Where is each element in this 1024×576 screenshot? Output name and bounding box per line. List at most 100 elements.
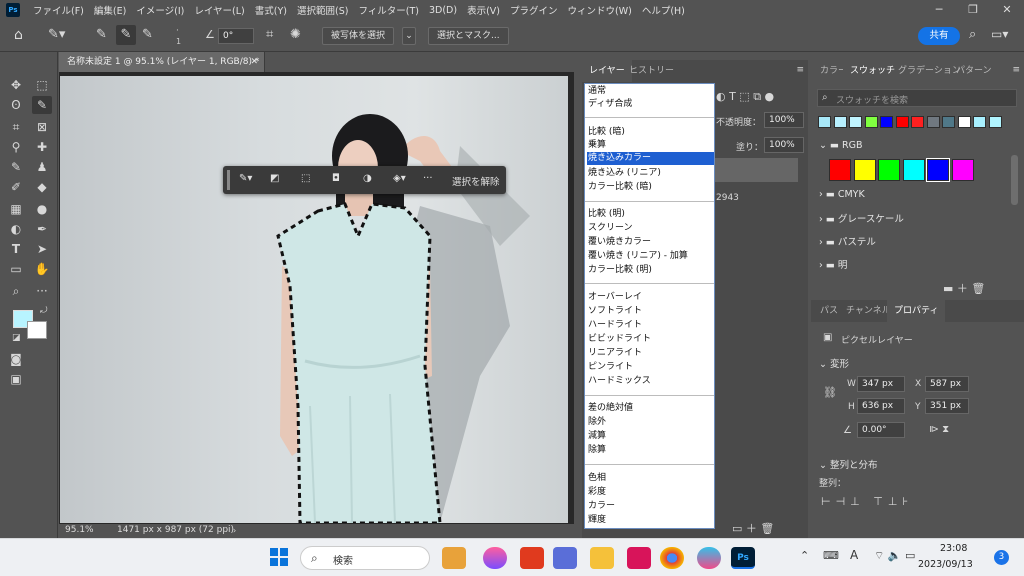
frame-tool-icon[interactable]: ⊠ (32, 118, 52, 136)
blend-color[interactable]: カラー (587, 500, 714, 513)
restore-icon[interactable]: ❐ (956, 0, 990, 20)
close-icon[interactable]: ✕ (990, 0, 1024, 20)
transform-selection-icon[interactable]: ⬚ (301, 173, 310, 184)
y-field[interactable]: 351 px (925, 398, 969, 414)
menu-help[interactable]: ヘルプ(H) (637, 3, 690, 17)
recent-swatch[interactable] (864, 116, 878, 128)
blend-soft-light[interactable]: ソフトライト (587, 305, 714, 318)
recent-swatch[interactable] (973, 116, 986, 128)
rotation-field[interactable]: 0.00° (857, 422, 905, 438)
notification-badge[interactable]: 3 (994, 550, 1009, 565)
background-color[interactable] (27, 321, 47, 339)
marquee-tool-icon[interactable]: ⬚ (32, 76, 52, 94)
rgb-swatch[interactable] (902, 159, 925, 181)
menu-filter[interactable]: フィルター(T) (353, 3, 424, 17)
blend-hard-light[interactable]: ハードライト (587, 319, 714, 332)
blend-color-dodge[interactable]: 覆い焼きカラー (587, 236, 714, 249)
tab-history[interactable]: ヒストリー (622, 60, 681, 82)
select-and-mask-button[interactable]: 選択とマスク... (428, 27, 509, 45)
type-tool-icon[interactable]: T (6, 240, 26, 258)
share-button[interactable]: 共有 (918, 27, 960, 45)
blur-tool-icon[interactable]: ● (32, 200, 52, 218)
quick-select-preset-icon[interactable]: ✎▾ (48, 27, 65, 42)
recent-swatch[interactable] (942, 116, 955, 128)
dodge-tool-icon[interactable]: ◐ (6, 220, 26, 238)
taskbar-app-photoshop-icon[interactable]: Ps (731, 547, 755, 569)
taskbar-app-copilot-icon[interactable] (483, 547, 507, 569)
subtract-selection-icon[interactable]: ✎ (142, 27, 153, 42)
more-tools-icon[interactable]: ··· (32, 282, 52, 300)
zoom-level[interactable]: 95.1% (65, 525, 94, 535)
blend-darker-color[interactable]: カラー比較 (暗) (587, 181, 714, 194)
taskbar-search[interactable]: ⌕ 検索 (300, 546, 430, 570)
blend-pin-light[interactable]: ピンライト (587, 361, 714, 374)
path-select-tool-icon[interactable]: ➤ (32, 240, 52, 258)
menu-plugins[interactable]: プラグイン (505, 3, 563, 17)
blend-dissolve[interactable]: ディザ合成 (587, 98, 714, 111)
windows-start-icon[interactable] (270, 548, 288, 566)
add-to-selection-icon[interactable]: ✎ (116, 25, 136, 45)
height-field[interactable]: 636 px (857, 398, 905, 414)
close-document-icon[interactable]: ✕ (250, 52, 258, 72)
home-icon[interactable]: ⌂ (14, 27, 23, 43)
blend-darken[interactable]: 比較 (暗) (587, 126, 714, 139)
blend-hue[interactable]: 色相 (587, 472, 714, 485)
quick-mask-icon[interactable]: ◙ (6, 350, 26, 368)
rgb-swatch[interactable] (951, 159, 974, 181)
recent-swatch[interactable] (988, 116, 1002, 128)
network-volume-battery-icons[interactable]: ⌔ 🔈 ▭ (874, 549, 915, 563)
blend-vivid-light[interactable]: ビビッドライト (587, 333, 714, 346)
blend-linear-dodge[interactable]: 覆い焼き (リニア) - 加算 (587, 250, 714, 263)
opacity-field[interactable]: 100% (764, 112, 804, 128)
swatch-scrollbar[interactable] (1011, 155, 1018, 205)
document-tab[interactable]: 名称未設定 1 @ 95.1% (レイヤー 1, RGB/8) * ✕ (59, 52, 265, 72)
search-icon[interactable]: ⌕ (969, 27, 976, 42)
modify-selection-icon[interactable]: ✎▾ (239, 173, 252, 184)
lasso-tool-icon[interactable]: ʘ (6, 96, 26, 114)
recent-swatch[interactable] (895, 116, 909, 128)
deselect-button[interactable]: 選択を解除 (452, 174, 500, 188)
rectangle-tool-icon[interactable]: ▭ (6, 260, 26, 278)
swatch-menu-icon[interactable]: ≡ (1012, 65, 1020, 75)
fill-selection-icon[interactable]: ◑ (363, 173, 372, 184)
status-more-icon[interactable]: › (233, 526, 236, 535)
panel-menu-icon[interactable]: ≡ (796, 65, 804, 75)
menu-select[interactable]: 選択範囲(S) (292, 3, 353, 17)
blend-subtract[interactable]: 減算 (587, 430, 714, 443)
swatch-bottom-icons[interactable]: ▬ ＋ 🗑 (943, 280, 985, 296)
menu-type[interactable]: 書式(Y) (250, 3, 292, 17)
blend-saturation[interactable]: 彩度 (587, 486, 714, 499)
blend-linear-light[interactable]: リニアライト (587, 347, 714, 360)
mask-icon[interactable]: ◘ (332, 173, 340, 184)
keyboard-icon[interactable]: ⌨ (823, 549, 839, 562)
swatch-folder-cmyk[interactable]: › ▬ CMYK (819, 189, 865, 207)
taskbar-app-explorer-icon[interactable] (590, 547, 614, 569)
blend-normal[interactable]: 通常 (587, 85, 714, 98)
swatch-folder-gray[interactable]: › ▬ グレースケール (819, 211, 904, 229)
quick-select-tool-icon[interactable]: ✎ (32, 96, 52, 114)
blend-screen[interactable]: スクリーン (587, 222, 714, 235)
move-tool-icon[interactable]: ✥ (6, 76, 26, 94)
menu-3d[interactable]: 3D(D) (424, 5, 462, 16)
tab-patterns[interactable]: パターン (949, 60, 999, 82)
recent-swatch[interactable] (926, 116, 940, 128)
taskbar-app-messenger-icon[interactable] (697, 547, 721, 569)
blend-color-burn[interactable]: 焼き込みカラー (587, 152, 714, 165)
blend-hard-mix[interactable]: ハードミックス (587, 375, 714, 388)
rgb-swatch[interactable] (853, 159, 876, 181)
brush-size-icon[interactable]: · (176, 26, 179, 36)
default-colors-icon[interactable]: ◪ (12, 333, 21, 343)
align-header[interactable]: ⌄ 整列と分布 (819, 457, 878, 471)
swap-colors-icon[interactable]: ⤾ (40, 306, 48, 316)
swatch-folder-rgb[interactable]: ⌄ ▬ RGB (819, 140, 862, 158)
layer-row-selected[interactable] (712, 158, 798, 182)
link-icon[interactable]: ⛓ (823, 386, 837, 399)
fill-field[interactable]: 100% (764, 137, 804, 153)
swatch-folder-pastel[interactable]: › ▬ パステル (819, 234, 876, 252)
ime-indicator[interactable]: A (850, 548, 858, 562)
blend-divide[interactable]: 除算 (587, 444, 714, 457)
menu-image[interactable]: イメージ(I) (131, 3, 189, 17)
enhance-edge-icon[interactable]: ✺ (290, 27, 301, 42)
healing-tool-icon[interactable]: ✚ (32, 138, 52, 156)
flip-icons[interactable]: ⧐ ⧗ (929, 424, 949, 435)
